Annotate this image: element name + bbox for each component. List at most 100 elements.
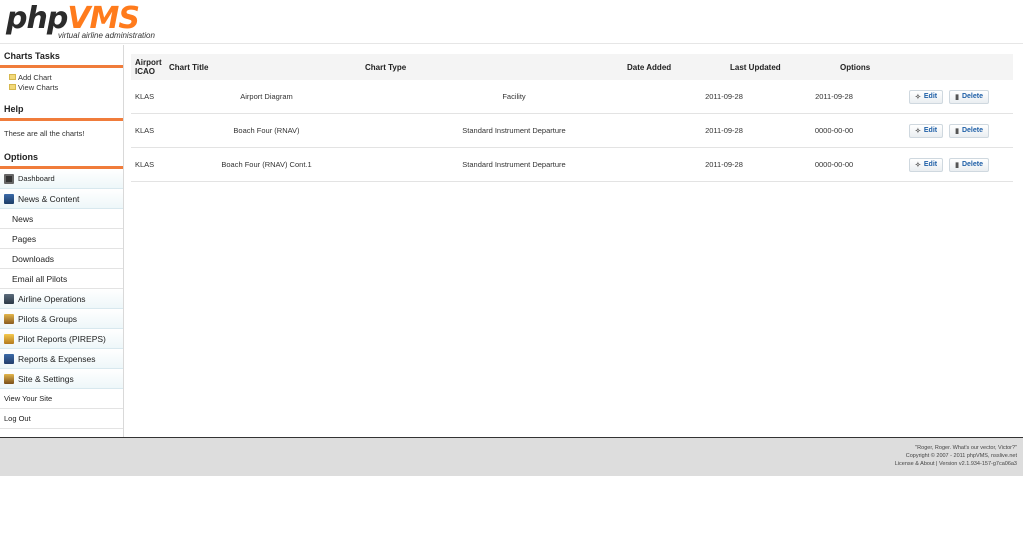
edit-label: Edit	[923, 127, 938, 134]
footer-copyright: Copyright © 2007 - 2011 phpVMS, nsslive.…	[905, 453, 1017, 459]
menu-label: Site & Settings	[18, 373, 74, 384]
menu-logout[interactable]: Log Out	[0, 409, 123, 429]
menu-dashboard[interactable]: Dashboard	[0, 169, 123, 189]
edit-button[interactable]: ✧ Edit	[909, 89, 944, 104]
delete-button[interactable]: ▮ Delete	[949, 123, 989, 138]
cell-icao: KLAS	[135, 92, 155, 101]
footer-quote: "Roger, Roger. What's our vector, Victor…	[915, 445, 1017, 451]
edit-button[interactable]: ✧ Edit	[909, 157, 944, 172]
cell-options: ✧ Edit ▮ Delete	[884, 89, 1013, 104]
task-label: Add Chart	[18, 72, 52, 82]
sidebar: Charts Tasks Add Chart View Charts Help …	[0, 45, 124, 437]
news-icon	[4, 193, 14, 204]
charts-tasks-heading: Charts Tasks	[4, 51, 60, 61]
reports-icon	[4, 353, 14, 364]
wrench-icon: ✧	[915, 93, 921, 101]
charts-task-list: Add Chart View Charts	[0, 68, 123, 98]
table-header: Airport ICAO Chart Title Chart Type Date…	[131, 54, 1013, 80]
logo-subtitle: virtual airline administration	[58, 31, 155, 40]
edit-label: Edit	[923, 161, 938, 168]
menu-news-content[interactable]: News & Content	[0, 189, 123, 209]
delete-button[interactable]: ▮ Delete	[949, 157, 989, 172]
footer-version[interactable]: License & About | Version v2.1.934-157-g…	[895, 460, 1017, 468]
menu-news[interactable]: News	[0, 209, 123, 229]
menu-label: News & Content	[18, 193, 80, 204]
menu-email-pilots[interactable]: Email all Pilots	[0, 269, 123, 289]
trash-icon: ▮	[955, 93, 959, 101]
delete-button[interactable]: ▮ Delete	[949, 89, 989, 104]
menu-pireps[interactable]: Pilot Reports (PIREPS)	[0, 329, 123, 349]
airline-icon	[4, 293, 14, 304]
cell-type: Standard Instrument Departure	[462, 126, 566, 135]
app-header: phpVMS virtual airline administration	[0, 0, 1023, 44]
edit-button[interactable]: ✧ Edit	[909, 123, 944, 138]
delete-label: Delete	[961, 93, 983, 100]
options-heading: Options	[4, 152, 38, 162]
header-options: Options	[840, 62, 871, 72]
menu-label: Reports & Expenses	[18, 353, 96, 364]
menu-downloads[interactable]: Downloads	[0, 249, 123, 269]
cell-type: Standard Instrument Departure	[462, 160, 566, 169]
menu-pages[interactable]: Pages	[0, 229, 123, 249]
cell-date-added: 2011-09-28	[705, 92, 743, 101]
menu-label: View Your Site	[4, 394, 53, 403]
edit-label: Edit	[923, 93, 938, 100]
cell-title: Boach Four (RNAV) Cont.1	[221, 160, 312, 169]
settings-icon	[4, 373, 14, 384]
header-chart-title: Chart Title	[169, 62, 209, 72]
menu-site-settings[interactable]: Site & Settings	[0, 369, 123, 389]
table-row: KLAS Boach Four (RNAV) Cont.1 Standard I…	[131, 148, 1013, 182]
cell-title: Boach Four (RNAV)	[233, 126, 300, 135]
menu-label: Email all Pilots	[12, 273, 68, 284]
dashboard-icon	[4, 173, 14, 184]
cell-last-updated: 0000-00-00	[814, 126, 854, 135]
header-airport-icao: Airport ICAO	[131, 58, 169, 76]
menu-label: Pilot Reports (PIREPS)	[18, 333, 106, 344]
menu-label: Log Out	[4, 414, 31, 423]
menu-label: Pages	[12, 233, 37, 244]
cell-type: Facility	[502, 92, 526, 101]
trash-icon: ▮	[955, 127, 959, 135]
menu-airline-operations[interactable]: Airline Operations	[0, 289, 123, 309]
page-footer: "Roger, Roger. What's our vector, Victor…	[0, 437, 1023, 476]
wrench-icon: ✧	[915, 161, 921, 169]
cell-date-added: 2011-09-28	[705, 126, 743, 135]
cell-options: ✧ Edit ▮ Delete	[884, 123, 1013, 138]
cell-icao: KLAS	[135, 160, 155, 169]
trash-icon: ▮	[955, 161, 959, 169]
cell-title: Airport Diagram	[240, 92, 293, 101]
delete-label: Delete	[961, 127, 983, 134]
task-add-chart[interactable]: Add Chart	[9, 72, 123, 82]
table-row: KLAS Boach Four (RNAV) Standard Instrume…	[131, 114, 1013, 148]
cell-date-added: 2011-09-28	[705, 160, 743, 169]
folder-icon	[9, 84, 16, 90]
header-icao-line1: Airport	[135, 58, 162, 67]
cell-icao: KLAS	[135, 126, 155, 135]
pireps-icon	[4, 333, 14, 344]
header-last-updated: Last Updated	[730, 62, 781, 72]
help-text: These are all the charts!	[4, 129, 85, 138]
header-date-added: Date Added	[627, 62, 672, 72]
charts-table: Airport ICAO Chart Title Chart Type Date…	[131, 54, 1013, 182]
help-heading: Help	[4, 104, 24, 114]
cell-last-updated: 0000-00-00	[814, 160, 854, 169]
task-view-charts[interactable]: View Charts	[9, 82, 123, 92]
menu-label: Pilots & Groups	[18, 313, 78, 324]
menu-label: News	[12, 213, 34, 224]
table-row: KLAS Airport Diagram Facility 2011-09-28…	[131, 80, 1013, 114]
menu-label: Dashboard	[18, 174, 55, 183]
menu-label: Downloads	[12, 253, 55, 264]
menu-label: Airline Operations	[18, 293, 86, 304]
header-chart-type: Chart Type	[365, 62, 407, 72]
header-icao-line2: ICAO	[135, 67, 155, 76]
menu-view-site[interactable]: View Your Site	[0, 389, 123, 409]
folder-icon	[9, 74, 16, 80]
pilots-icon	[4, 313, 14, 324]
cell-options: ✧ Edit ▮ Delete	[884, 157, 1013, 172]
task-label: View Charts	[18, 82, 59, 92]
delete-label: Delete	[961, 161, 983, 168]
menu-reports-expenses[interactable]: Reports & Expenses	[0, 349, 123, 369]
footer-text: "Roger, Roger. What's our vector, Victor…	[895, 444, 1017, 468]
wrench-icon: ✧	[915, 127, 921, 135]
menu-pilots-groups[interactable]: Pilots & Groups	[0, 309, 123, 329]
